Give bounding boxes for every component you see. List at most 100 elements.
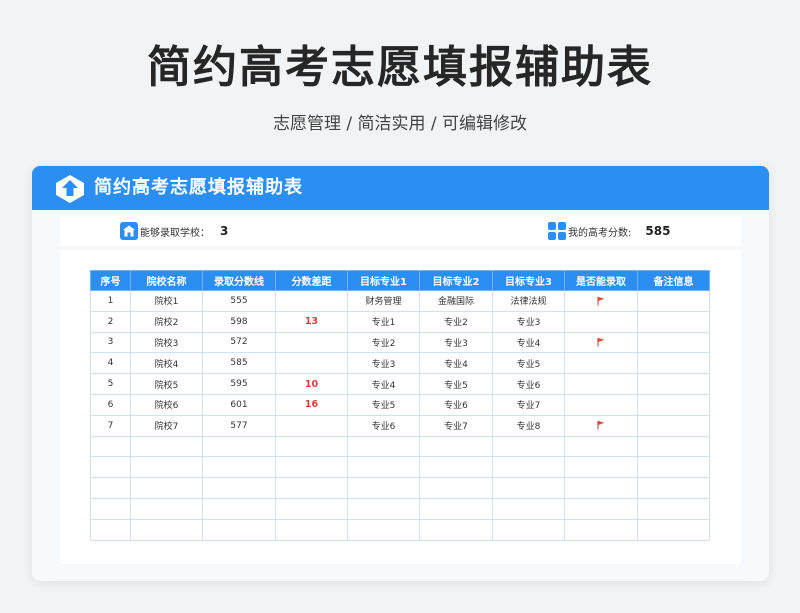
cell-empty[interactable] xyxy=(90,518,131,541)
cell-m1[interactable]: 专业5 xyxy=(347,393,420,416)
cell-school[interactable]: 院校3 xyxy=(130,331,203,354)
cell-note[interactable] xyxy=(637,290,710,312)
cell-empty[interactable] xyxy=(637,456,710,479)
cell-note[interactable] xyxy=(637,373,710,395)
cell-empty[interactable] xyxy=(419,518,493,541)
cell-empty[interactable] xyxy=(275,477,348,499)
cell-empty[interactable] xyxy=(419,497,493,520)
cell-empty[interactable] xyxy=(419,435,493,458)
cell-school[interactable]: 院校4 xyxy=(130,352,203,375)
cell-empty[interactable] xyxy=(275,518,348,541)
cell-m3[interactable]: 专业7 xyxy=(492,393,565,416)
cell-m1[interactable]: 专业2 xyxy=(347,331,420,354)
cell-no[interactable]: 4 xyxy=(90,352,131,375)
cell-flag[interactable] xyxy=(564,373,638,395)
cell-empty[interactable] xyxy=(564,456,638,479)
cell-flag[interactable] xyxy=(564,414,638,437)
cell-m1[interactable]: 专业1 xyxy=(347,310,420,333)
cell-empty[interactable] xyxy=(347,497,420,520)
cell-m2[interactable]: 金融国际 xyxy=(419,290,493,312)
cell-m3[interactable]: 专业3 xyxy=(492,310,565,333)
cell-empty[interactable] xyxy=(275,456,348,479)
cell-no[interactable]: 7 xyxy=(90,414,131,437)
cell-empty[interactable] xyxy=(419,477,493,499)
cell-note[interactable] xyxy=(637,310,710,333)
cell-flag[interactable] xyxy=(564,393,638,416)
cell-m1[interactable]: 专业3 xyxy=(347,352,420,375)
cell-empty[interactable] xyxy=(637,435,710,458)
cell-diff[interactable]: 16 xyxy=(275,393,348,416)
cell-empty[interactable] xyxy=(90,435,131,458)
cell-m1[interactable]: 专业6 xyxy=(347,414,420,437)
cell-empty[interactable] xyxy=(564,497,638,520)
cell-line[interactable]: 585 xyxy=(202,352,276,375)
cell-empty[interactable] xyxy=(130,497,203,520)
cell-empty[interactable] xyxy=(90,497,131,520)
cell-empty[interactable] xyxy=(347,435,420,458)
cell-m3[interactable]: 专业8 xyxy=(492,414,565,437)
cell-empty[interactable] xyxy=(347,477,420,499)
cell-no[interactable]: 5 xyxy=(90,373,131,395)
cell-flag[interactable] xyxy=(564,352,638,375)
cell-diff[interactable]: 13 xyxy=(275,310,348,333)
cell-empty[interactable] xyxy=(637,477,710,499)
cell-empty[interactable] xyxy=(637,518,710,541)
cell-no[interactable]: 2 xyxy=(90,310,131,333)
cell-no[interactable]: 6 xyxy=(90,393,131,416)
cell-empty[interactable] xyxy=(637,497,710,520)
cell-empty[interactable] xyxy=(347,518,420,541)
cell-empty[interactable] xyxy=(492,518,565,541)
cell-no[interactable]: 3 xyxy=(90,331,131,354)
cell-line[interactable]: 577 xyxy=(202,414,276,437)
cell-diff[interactable] xyxy=(275,331,348,354)
cell-m3[interactable]: 专业4 xyxy=(492,331,565,354)
cell-empty[interactable] xyxy=(492,456,565,479)
cell-m1[interactable]: 专业4 xyxy=(347,373,420,395)
cell-flag[interactable] xyxy=(564,331,638,354)
cell-note[interactable] xyxy=(637,414,710,437)
cell-m2[interactable]: 专业5 xyxy=(419,373,493,395)
cell-diff[interactable]: 10 xyxy=(275,373,348,395)
cell-empty[interactable] xyxy=(492,435,565,458)
cell-empty[interactable] xyxy=(130,518,203,541)
cell-empty[interactable] xyxy=(202,477,276,499)
cell-note[interactable] xyxy=(637,352,710,375)
cell-empty[interactable] xyxy=(275,435,348,458)
cell-empty[interactable] xyxy=(130,477,203,499)
cell-school[interactable]: 院校1 xyxy=(130,290,203,312)
cell-note[interactable] xyxy=(637,331,710,354)
cell-m2[interactable]: 专业4 xyxy=(419,352,493,375)
cell-line[interactable]: 572 xyxy=(202,331,276,354)
cell-diff[interactable] xyxy=(275,290,348,312)
cell-m3[interactable]: 法律法规 xyxy=(492,290,565,312)
cell-line[interactable]: 601 xyxy=(202,393,276,416)
cell-line[interactable]: 555 xyxy=(202,290,276,312)
cell-m2[interactable]: 专业7 xyxy=(419,414,493,437)
cell-note[interactable] xyxy=(637,393,710,416)
cell-flag[interactable] xyxy=(564,310,638,333)
cell-m3[interactable]: 专业5 xyxy=(492,352,565,375)
cell-empty[interactable] xyxy=(492,497,565,520)
cell-m1[interactable]: 财务管理 xyxy=(347,290,420,312)
cell-school[interactable]: 院校7 xyxy=(130,414,203,437)
cell-empty[interactable] xyxy=(347,456,420,479)
cell-empty[interactable] xyxy=(564,477,638,499)
cell-empty[interactable] xyxy=(90,477,131,499)
cell-m2[interactable]: 专业2 xyxy=(419,310,493,333)
cell-m2[interactable]: 专业6 xyxy=(419,393,493,416)
cell-empty[interactable] xyxy=(130,456,203,479)
cell-school[interactable]: 院校5 xyxy=(130,373,203,395)
cell-empty[interactable] xyxy=(202,435,276,458)
cell-no[interactable]: 1 xyxy=(90,290,131,312)
cell-m3[interactable]: 专业6 xyxy=(492,373,565,395)
cell-empty[interactable] xyxy=(202,456,276,479)
cell-empty[interactable] xyxy=(202,497,276,520)
cell-diff[interactable] xyxy=(275,414,348,437)
cell-empty[interactable] xyxy=(419,456,493,479)
cell-empty[interactable] xyxy=(130,435,203,458)
cell-empty[interactable] xyxy=(90,456,131,479)
cell-school[interactable]: 院校2 xyxy=(130,310,203,333)
cell-line[interactable]: 598 xyxy=(202,310,276,333)
cell-line[interactable]: 595 xyxy=(202,373,276,395)
cell-empty[interactable] xyxy=(202,518,276,541)
